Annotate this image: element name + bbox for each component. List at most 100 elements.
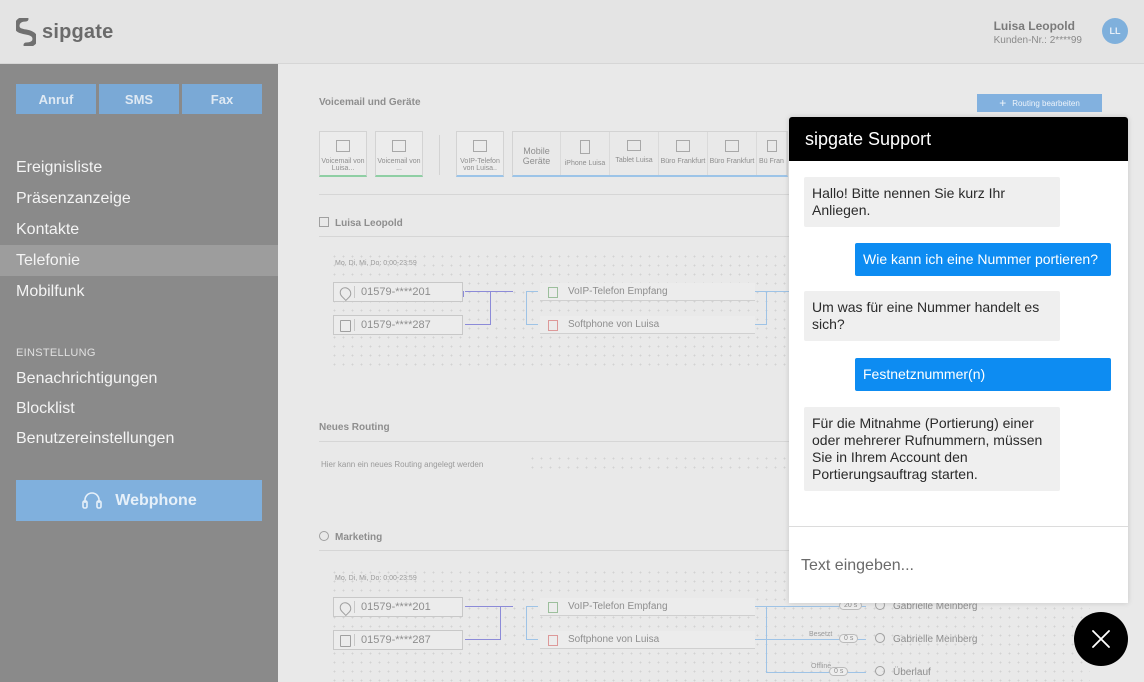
route-connector (526, 324, 538, 325)
device-label: Büro Frankfurt (660, 158, 706, 165)
user-info[interactable]: Luisa Leopold Kunden-Nr.: 2****99 (994, 19, 1082, 46)
home-icon (319, 217, 329, 227)
sidebar-item-kontakte[interactable]: Kontakte (0, 214, 278, 245)
sidebar-item-benachrichtigungen[interactable]: Benachrichtigungen (0, 364, 278, 394)
mobile-device[interactable]: iPhone Luisa (561, 132, 610, 175)
routing-person[interactable]: Überlauf (875, 666, 931, 678)
phone-icon (340, 320, 351, 332)
route-connector (526, 291, 527, 324)
sidebar-item-blocklist[interactable]: Blocklist (0, 394, 278, 424)
sidebar: Anruf SMS Fax Ereignisliste Präsenzanzei… (0, 64, 278, 682)
route-target[interactable]: Softphone von Luisa (540, 631, 755, 649)
sms-button[interactable]: SMS (99, 84, 179, 114)
phone-number-field[interactable]: 01579-****287 (333, 315, 463, 335)
schedule-days: Mo, Di, Mi, Do: (335, 575, 382, 582)
sidebar-item-mobilfunk[interactable]: Mobilfunk (0, 276, 278, 307)
condition-tag: Besetzt (809, 631, 833, 638)
chat-message-agent: Hallo! Bitte nennen Sie kurz Ihr Anliege… (804, 177, 1060, 227)
divider (354, 286, 355, 298)
mobile-device[interactable]: Tablet Luisa (610, 132, 659, 175)
mobile-devices-group: Mobile Geräte iPhone Luisa Tablet Luisa … (512, 131, 788, 177)
location-icon (337, 599, 354, 617)
sidebar-item-ereignisliste[interactable]: Ereignisliste (0, 152, 278, 183)
chat-input-area (789, 526, 1128, 603)
delay-pill[interactable]: 0 s (829, 667, 849, 676)
route-connector (526, 291, 538, 292)
webphone-button[interactable]: Webphone (16, 480, 262, 521)
dot-grid (330, 252, 790, 370)
new-routing-hint[interactable]: Hier kann ein neues Routing angelegt wer… (321, 460, 483, 469)
sidebar-item-praesenzanzeige[interactable]: Präsenzanzeige (0, 183, 278, 214)
divider (439, 135, 440, 175)
schedule-days: Mo, Di, Mi, Do: (335, 260, 382, 267)
edit-routing-label: Routing bearbeiten (1012, 98, 1080, 108)
phone-number: 01579-****201 (361, 601, 431, 613)
voicemail-icon (336, 140, 350, 152)
avatar[interactable]: LL (1102, 18, 1128, 44)
device-row: Voicemail von Luisa... Voicemail von ...… (319, 131, 788, 177)
close-icon (1092, 630, 1110, 648)
close-chat-button[interactable] (1074, 612, 1128, 666)
tablet-icon (627, 140, 641, 151)
route-connector (766, 291, 767, 325)
chat-message-agent: Für die Mitnahme (Portierung) einer oder… (804, 407, 1060, 491)
phone-number: 01579-****287 (361, 634, 431, 646)
route-connector (755, 324, 767, 325)
phone-number-field[interactable]: 01579-****201 (333, 597, 463, 617)
fax-button[interactable]: Fax (182, 84, 262, 114)
routing-person[interactable]: Gabrielle Meinberg (875, 633, 978, 645)
device-card[interactable]: VoIP-Telefon von Luisa.. (456, 131, 504, 177)
route-connector (465, 324, 490, 325)
route-connector (766, 672, 866, 673)
support-chat-window: sipgate Support Hallo! Bitte nennen Sie … (789, 117, 1128, 603)
route-connector (526, 639, 538, 640)
mobile-device[interactable]: Bü Fran (757, 132, 787, 175)
route-connector (490, 291, 491, 325)
device-card[interactable]: Voicemail von Luisa... (319, 131, 367, 177)
route-target[interactable]: Softphone von Luisa (540, 316, 755, 334)
new-routing-title: Neues Routing (319, 422, 390, 433)
plus-icon: + (999, 96, 1007, 110)
route-label: Softphone von Luisa (568, 319, 660, 330)
route-connector (465, 639, 500, 640)
chat-title: sipgate Support (789, 117, 1128, 161)
phone-number: 01579-****287 (361, 319, 431, 331)
route-connector (465, 291, 513, 292)
settings-nav: Benachrichtigungen Blocklist Benutzerein… (0, 364, 278, 454)
mobile-device[interactable]: Büro Frankfurt (708, 132, 757, 175)
chat-message-user: Festnetznummer(n) (855, 358, 1111, 391)
chat-text-input[interactable] (789, 527, 1128, 603)
desk-phone-icon (676, 140, 690, 152)
delay-pill[interactable]: 0 s (839, 634, 859, 643)
sipgate-logo[interactable]: sipgate (16, 18, 113, 46)
location-icon (337, 284, 354, 302)
route-target[interactable]: VoIP-Telefon Empfang (540, 598, 755, 616)
mobile-device[interactable]: Büro Frankfurt (659, 132, 708, 175)
device-card[interactable]: Voicemail von ... (375, 131, 423, 177)
call-button[interactable]: Anruf (16, 84, 96, 114)
phone-icon (340, 635, 351, 647)
voicemail-section-title: Voicemail und Geräte (319, 97, 421, 108)
device-label: VoIP-Telefon von Luisa.. (460, 158, 500, 172)
quick-actions: Anruf SMS Fax (16, 84, 262, 114)
sidebar-item-telefonie[interactable]: Telefonie (0, 245, 278, 276)
top-header: sipgate Luisa Leopold Kunden-Nr.: 2****9… (0, 0, 1144, 64)
edit-routing-button[interactable]: + Routing bearbeiten (977, 94, 1102, 112)
route-label: VoIP-Telefon Empfang (568, 286, 668, 297)
user-icon (875, 633, 885, 643)
luisa-section-title: Luisa Leopold (319, 217, 403, 229)
route-connector (755, 291, 789, 292)
phone-number-field[interactable]: 01579-****287 (333, 630, 463, 650)
device-label: Voicemail von ... (377, 158, 421, 172)
sidebar-item-benutzereinstellungen[interactable]: Benutzereinstellungen (0, 424, 278, 454)
divider (354, 601, 355, 613)
group-icon (319, 531, 329, 541)
sipgate-logo-icon (16, 18, 36, 46)
phone-number-field[interactable]: 01579-****201 (333, 282, 463, 302)
voip-phone-icon (473, 140, 487, 152)
desk-phone-icon (725, 140, 739, 152)
divider (319, 236, 839, 237)
route-target[interactable]: VoIP-Telefon Empfang (540, 283, 755, 301)
route-label: Softphone von Luisa (568, 634, 660, 645)
chat-message-user: Wie kann ich eine Nummer portieren? (855, 243, 1111, 276)
